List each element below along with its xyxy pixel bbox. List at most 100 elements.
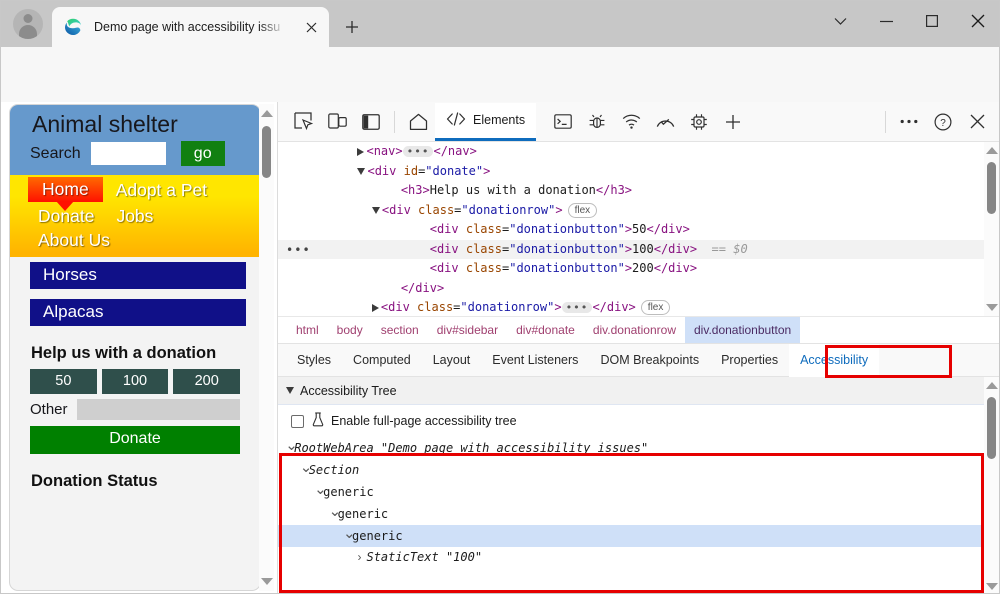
- breadcrumb-item[interactable]: body: [328, 317, 372, 343]
- close-window-icon[interactable]: [955, 1, 1000, 41]
- dom-scroll-up-arrow-icon[interactable]: [986, 147, 998, 154]
- sidebar-tab-styles[interactable]: Styles: [286, 344, 342, 377]
- nav-item-about[interactable]: About Us: [38, 230, 110, 251]
- dom-token: class: [417, 300, 453, 314]
- a11y-scrollbar-thumb[interactable]: [987, 397, 996, 459]
- breadcrumb-item[interactable]: div#sidebar: [428, 317, 507, 343]
- scroll-up-arrow-icon[interactable]: [261, 110, 273, 117]
- collapse-triangle-icon[interactable]: [372, 207, 380, 214]
- a11y-tree-node[interactable]: ⌄generic: [278, 503, 984, 525]
- dock-side-icon[interactable]: [354, 106, 388, 138]
- scroll-down-arrow-icon[interactable]: [261, 578, 273, 585]
- breadcrumb-item[interactable]: html: [287, 317, 328, 343]
- add-panel-icon[interactable]: [716, 106, 750, 138]
- chevron-down-icon[interactable]: ⌄: [314, 479, 323, 500]
- other-amount-input[interactable]: [77, 399, 240, 420]
- tab-title: Demo page with accessibility issu: [94, 20, 286, 34]
- accessibility-scrollbar[interactable]: [984, 377, 999, 594]
- dom-tree-scrollbar[interactable]: [984, 142, 999, 316]
- dom-token: <div: [430, 222, 466, 236]
- dom-line[interactable]: <div class="donationrow">flex: [278, 201, 1000, 221]
- help-question-icon[interactable]: ?: [926, 106, 960, 138]
- tab-elements-label: Elements: [473, 113, 525, 127]
- avatar: [13, 9, 43, 39]
- tab-elements[interactable]: Elements: [435, 103, 536, 141]
- category-horses[interactable]: Horses: [30, 262, 246, 289]
- sidebar-tab-dom-breakpoints[interactable]: DOM Breakpoints: [589, 344, 710, 377]
- dom-line[interactable]: <div class="donationrow">•••</div>flex: [278, 298, 1000, 316]
- a11y-tree-node[interactable]: ⌄generic: [278, 525, 984, 547]
- donation-button-50[interactable]: 50: [30, 369, 97, 394]
- expand-triangle-icon[interactable]: [357, 148, 364, 156]
- donation-button-200[interactable]: 200: [173, 369, 240, 394]
- console-icon[interactable]: [546, 106, 580, 138]
- page-scrollbar[interactable]: [259, 104, 274, 591]
- dom-scroll-down-arrow-icon[interactable]: [986, 304, 998, 311]
- sidebar-tab-event-listeners[interactable]: Event Listeners: [481, 344, 589, 377]
- browser-tab[interactable]: Demo page with accessibility issu: [52, 7, 329, 47]
- dom-tree[interactable]: <nav>•••</nav> <div id="donate"> <h3>Hel…: [278, 142, 1000, 316]
- dom-line[interactable]: </div>: [278, 279, 1000, 299]
- flex-badge[interactable]: flex: [568, 203, 598, 218]
- dom-line-menu-icon[interactable]: •••: [286, 247, 311, 253]
- chevron-down-icon[interactable]: ⌄: [285, 437, 294, 456]
- dom-line[interactable]: <nav>•••</nav>: [278, 142, 1000, 162]
- collapse-triangle-icon[interactable]: [357, 168, 365, 175]
- expand-triangle-icon[interactable]: [372, 304, 379, 312]
- donate-submit-button[interactable]: Donate: [30, 426, 240, 454]
- breadcrumb-item[interactable]: div.donationrow: [584, 317, 685, 343]
- a11y-scroll-down-arrow-icon[interactable]: [986, 583, 998, 590]
- search-input[interactable]: [91, 142, 166, 165]
- chevron-down-icon[interactable]: ⌄: [329, 501, 338, 522]
- enable-fullpage-a11y-checkbox[interactable]: [291, 415, 304, 428]
- sidebar-tab-accessibility[interactable]: Accessibility: [789, 344, 879, 377]
- donation-button-100[interactable]: 100: [102, 369, 169, 394]
- new-tab-button[interactable]: [339, 14, 365, 40]
- chevron-down-icon[interactable]: ⌄: [300, 457, 309, 478]
- accessibility-tree-view[interactable]: ⌄RootWebArea "Demo page with accessibili…: [278, 437, 984, 594]
- inspect-element-icon[interactable]: [286, 106, 320, 138]
- a11y-scroll-up-arrow-icon[interactable]: [986, 382, 998, 389]
- close-tab-icon[interactable]: [301, 17, 321, 37]
- minimize-icon[interactable]: [863, 1, 909, 41]
- memory-chip-icon[interactable]: [682, 106, 716, 138]
- a11y-tree-node[interactable]: ⌄generic: [278, 481, 984, 503]
- dom-line[interactable]: <div id="donate">: [278, 162, 1000, 182]
- device-emulation-icon[interactable]: [320, 106, 354, 138]
- nav-item-home[interactable]: Home: [28, 177, 103, 202]
- flex-badge[interactable]: flex: [641, 300, 671, 315]
- chevron-down-icon[interactable]: ⌄: [343, 523, 352, 544]
- performance-icon[interactable]: [648, 106, 682, 138]
- nav-item-jobs[interactable]: Jobs: [116, 206, 153, 227]
- dom-scrollbar-thumb[interactable]: [987, 162, 996, 214]
- breadcrumb-item[interactable]: div#donate: [507, 317, 584, 343]
- sidebar-tab-computed[interactable]: Computed: [342, 344, 422, 377]
- category-alpacas[interactable]: Alpacas: [30, 299, 246, 326]
- browser-window: Demo page with accessibility issu: [0, 0, 1000, 594]
- scrollbar-thumb[interactable]: [262, 126, 271, 178]
- network-icon[interactable]: [614, 106, 648, 138]
- dom-line[interactable]: ••• <div class="donationbutton">100</div…: [278, 240, 1000, 260]
- profile-button[interactable]: [11, 7, 45, 41]
- go-button[interactable]: go: [181, 141, 225, 166]
- nav-item-adopt[interactable]: Adopt a Pet: [116, 180, 207, 201]
- dom-line[interactable]: <h3>Help us with a donation</h3>: [278, 181, 1000, 201]
- enable-fullpage-a11y-row[interactable]: Enable full-page accessibility tree: [278, 405, 984, 437]
- a11y-tree-node[interactable]: ⌄RootWebArea "Demo page with accessibili…: [278, 437, 984, 459]
- breadcrumb-item[interactable]: div.donationbutton: [685, 317, 800, 343]
- sources-debug-icon[interactable]: [580, 106, 614, 138]
- devtools-panel: Elements: [277, 102, 1000, 594]
- more-horizontal-icon[interactable]: [892, 106, 926, 138]
- close-devtools-icon[interactable]: [960, 106, 994, 138]
- sidebar-tab-properties[interactable]: Properties: [710, 344, 789, 377]
- sidebar-tab-layout[interactable]: Layout: [422, 344, 482, 377]
- dom-line[interactable]: <div class="donationbutton">200</div>: [278, 259, 1000, 279]
- a11y-tree-node[interactable]: ⌄Section: [278, 459, 984, 481]
- home-icon[interactable]: [401, 106, 435, 138]
- dom-line[interactable]: <div class="donationbutton">50</div>: [278, 220, 1000, 240]
- maximize-icon[interactable]: [909, 1, 955, 41]
- breadcrumb-item[interactable]: section: [372, 317, 428, 343]
- a11y-tree-node[interactable]: ›StaticText "100": [278, 547, 984, 568]
- chevron-down-icon[interactable]: [817, 1, 863, 41]
- accessibility-tree-section-header[interactable]: Accessibility Tree: [278, 377, 984, 405]
